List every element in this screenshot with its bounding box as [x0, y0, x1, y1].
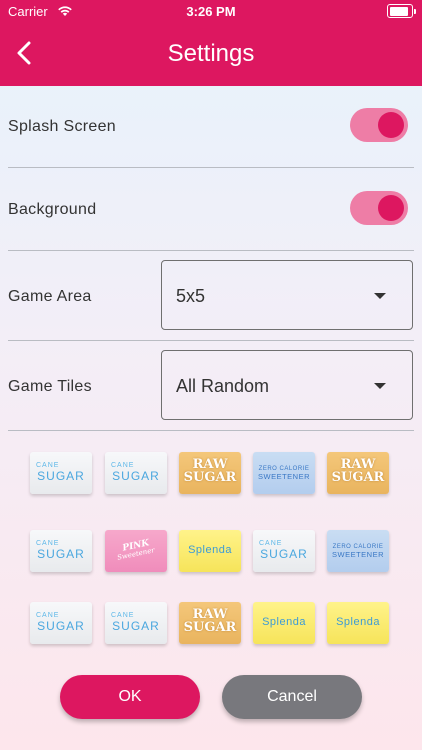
- tile-product-text: SWEETENER: [257, 472, 310, 481]
- tile-preview-grid: CANE SUGAR CANE SUGAR RAW SUGAR ZERO CALORIE SW…: [30, 452, 392, 652]
- sugar-packet-tile: RAW SUGAR: [327, 452, 389, 494]
- game-area-value: 5x5: [176, 286, 206, 306]
- splash-screen-label: Splash Screen: [8, 118, 116, 135]
- background-toggle[interactable]: [350, 191, 408, 225]
- sugar-packet-tile: CANE SUGAR: [30, 452, 92, 494]
- page-title: Settings: [167, 40, 255, 67]
- toggle-knob: [378, 195, 404, 221]
- sugar-packet-tile: CANE SUGAR: [105, 452, 167, 494]
- sugar-packet-tile: Splenda: [179, 530, 241, 572]
- game-area-label: Game Area: [8, 288, 92, 305]
- sugar-packet-tile: CANE SUGAR: [30, 530, 92, 572]
- background-row: Background: [8, 168, 414, 251]
- splash-screen-row: Splash Screen: [8, 86, 414, 168]
- tile-brand-text: CANE: [36, 462, 60, 469]
- game-tiles-label: Game Tiles: [8, 378, 92, 395]
- dropdown-caret-icon: [374, 293, 386, 299]
- header-bar: Carrier 3:26 PM Settings: [0, 0, 422, 86]
- tile-brand-text: CANE: [36, 540, 60, 547]
- clock: 3:26 PM: [186, 4, 236, 19]
- sugar-packet-tile: Splenda: [253, 602, 315, 644]
- background-label: Background: [8, 201, 97, 218]
- game-tiles-value: All Random: [176, 376, 270, 396]
- sugar-packet-tile: CANE SUGAR: [30, 602, 92, 644]
- status-bar: Carrier 3:26 PM: [0, 4, 422, 22]
- ok-button[interactable]: OK: [60, 675, 200, 719]
- sugar-packet-tile: ZERO CALORIE SWEETENER: [327, 530, 389, 572]
- tile-product-text: SUGAR: [260, 547, 308, 561]
- tile-product-text: SUGAR: [112, 619, 160, 633]
- tile-brand-text: CANE: [111, 612, 135, 619]
- cancel-button[interactable]: Cancel: [222, 675, 362, 719]
- sugar-packet-tile: RAW SUGAR: [179, 452, 241, 494]
- tile-brand-text: Splenda: [336, 616, 380, 628]
- tile-product-text: SUGAR: [37, 619, 85, 633]
- battery-icon: [387, 4, 416, 18]
- game-area-select[interactable]: 5x5: [161, 260, 413, 330]
- tile-product-text: SUGAR: [183, 620, 237, 635]
- tile-brand-text: CANE: [36, 612, 60, 619]
- tile-brand-text: CANE: [111, 462, 135, 469]
- tile-brand-text: Splenda: [262, 616, 306, 628]
- splash-screen-toggle[interactable]: [350, 108, 408, 142]
- toggle-knob: [378, 112, 404, 138]
- sugar-packet-tile: PINK Sweetener: [105, 530, 167, 572]
- tile-brand-text: CANE: [259, 540, 283, 547]
- tile-product-text: SUGAR: [37, 469, 85, 483]
- sugar-packet-tile: CANE SUGAR: [105, 602, 167, 644]
- tile-product-text: SUGAR: [331, 470, 385, 485]
- tile-product-text: SUGAR: [183, 470, 237, 485]
- tile-product-text: SUGAR: [112, 469, 160, 483]
- tile-product-text: SWEETENER: [331, 550, 384, 559]
- dropdown-caret-icon: [374, 383, 386, 389]
- game-tiles-select[interactable]: All Random: [161, 350, 413, 420]
- tile-brand-text: Splenda: [188, 544, 232, 556]
- tile-product-text: SUGAR: [37, 547, 85, 561]
- sugar-packet-tile: RAW SUGAR: [179, 602, 241, 644]
- sugar-packet-tile: Splenda: [327, 602, 389, 644]
- sugar-packet-tile: ZERO CALORIE SWEETENER: [253, 452, 315, 494]
- sugar-packet-tile: CANE SUGAR: [253, 530, 315, 572]
